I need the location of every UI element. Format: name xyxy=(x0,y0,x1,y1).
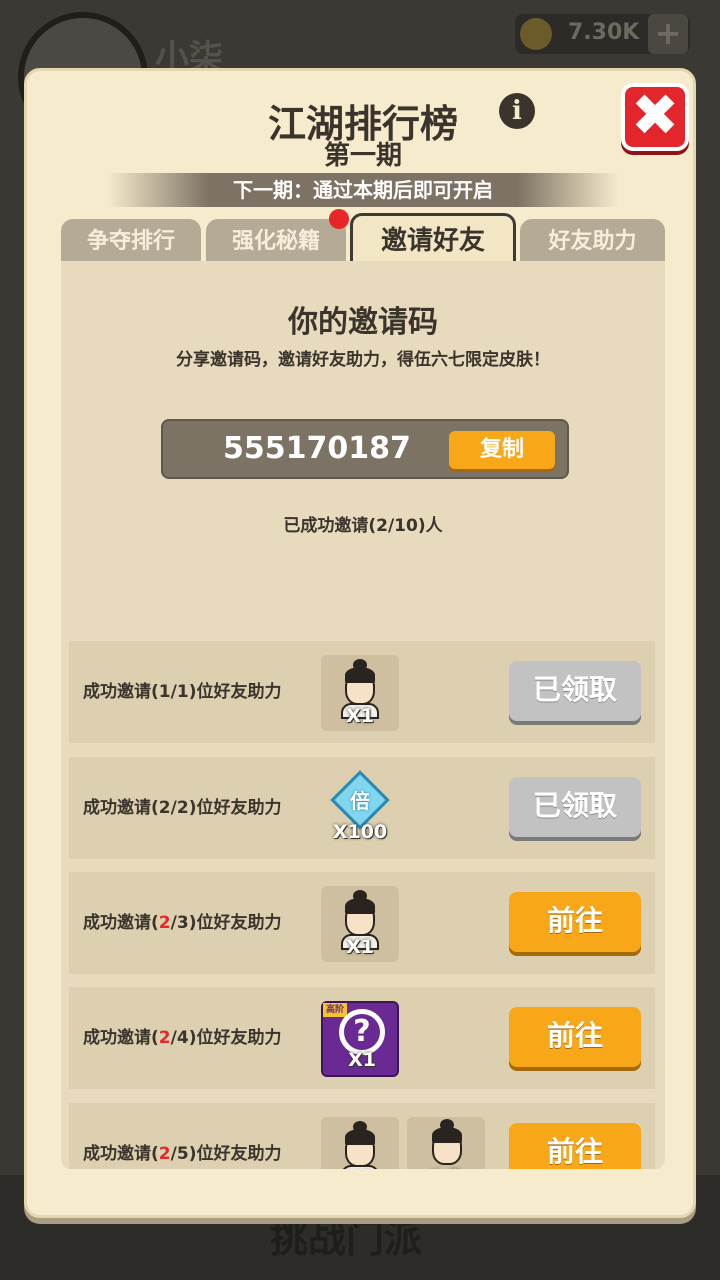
invite-content[interactable]: 你的邀请码 分享邀请码，邀请好友助力，得伍六七限定皮肤！ 555170187 复… xyxy=(61,261,665,1169)
tab-bar: 争夺排行 强化秘籍 邀请好友 好友助力 xyxy=(61,213,665,263)
go-button[interactable]: 前往 xyxy=(509,892,641,952)
invite-description: 分享邀请码，邀请好友助力，得伍六七限定皮肤！ xyxy=(176,350,550,370)
reward-condition: 成功邀请(2/4)位好友助力 xyxy=(83,1028,282,1048)
coin-icon xyxy=(520,18,552,50)
next-period-ribbon: 下一期：通过本期后即可开启 xyxy=(107,173,619,207)
mystery-reward[interactable]: 高阶 ? X1 xyxy=(321,1001,399,1077)
background-add-coins-button: + xyxy=(648,14,688,54)
multiplier-reward[interactable]: 倍 X100 xyxy=(321,770,399,847)
close-button[interactable]: ✖ xyxy=(621,83,689,151)
invite-progress: 已成功邀请(2/10)人 xyxy=(283,516,443,536)
info-icon[interactable]: i xyxy=(499,93,535,129)
claimed-button[interactable]: 已领取 xyxy=(509,661,641,721)
invite-code-heading: 你的邀请码 xyxy=(288,305,438,340)
reward-row: 成功邀请(2/5)位好友助力 X2 头像 前往 xyxy=(69,1103,655,1169)
reward-condition: 成功邀请(2/2)位好友助力 xyxy=(83,798,282,818)
advanced-tag: 高阶 xyxy=(323,1003,347,1017)
reward-count: X1 xyxy=(346,705,374,727)
close-icon: ✖ xyxy=(630,81,680,149)
reward-count: X2 xyxy=(321,1167,399,1169)
diamond-glyph: 倍 xyxy=(350,789,370,813)
go-button[interactable]: 前往 xyxy=(509,1123,641,1169)
avatar-label: 头像 xyxy=(407,1164,485,1169)
reward-condition: 成功邀请(1/1)位好友助力 xyxy=(83,682,282,702)
reward-row: 成功邀请(2/3)位好友助力 X1 前往 xyxy=(69,872,655,974)
invite-code-value: 555170187 xyxy=(223,431,411,466)
copy-button[interactable]: 复制 xyxy=(449,431,555,469)
reward-row: 成功邀请(2/4)位好友助力 高阶 ? X1 前往 xyxy=(69,987,655,1089)
go-button[interactable]: 前往 xyxy=(509,1007,641,1067)
character-reward[interactable]: X1 xyxy=(321,886,399,962)
invite-code-box: 555170187 复制 xyxy=(161,419,569,479)
reward-count: X1 xyxy=(348,1049,376,1071)
background-coin-value: 7.30K xyxy=(568,20,640,45)
avatar-icon xyxy=(429,1119,465,1165)
notification-badge xyxy=(329,209,349,229)
ranking-dialog: 江湖排行榜 i 第一期 下一期：通过本期后即可开启 ✖ 争夺排行 强化秘籍 邀请… xyxy=(24,68,696,1218)
tab-invite-friends[interactable]: 邀请好友 xyxy=(350,213,516,263)
avatar-reward[interactable]: 头像 xyxy=(407,1117,485,1169)
reward-row: 成功邀请(1/1)位好友助力 X1 已领取 xyxy=(69,641,655,743)
tab-upgrade-secrets[interactable]: 强化秘籍 xyxy=(206,219,346,263)
claimed-button[interactable]: 已领取 xyxy=(509,777,641,837)
reward-condition: 成功邀请(2/5)位好友助力 xyxy=(83,1144,282,1164)
reward-count: X1 xyxy=(346,936,374,958)
tab-ranking[interactable]: 争夺排行 xyxy=(61,219,201,263)
dialog-subtitle: 第一期 xyxy=(323,141,402,171)
next-period-text: 下一期：通过本期后即可开启 xyxy=(233,178,493,202)
reward-count: X100 xyxy=(332,821,388,843)
reward-condition: 成功邀请(2/3)位好友助力 xyxy=(83,913,282,933)
character-reward[interactable]: X1 xyxy=(321,655,399,731)
tab-friend-assist[interactable]: 好友助力 xyxy=(520,219,665,263)
reward-row: 成功邀请(2/2)位好友助力 倍 X100 已领取 xyxy=(69,757,655,859)
character-reward[interactable]: X2 xyxy=(321,1117,399,1169)
character-icon xyxy=(335,1121,385,1169)
